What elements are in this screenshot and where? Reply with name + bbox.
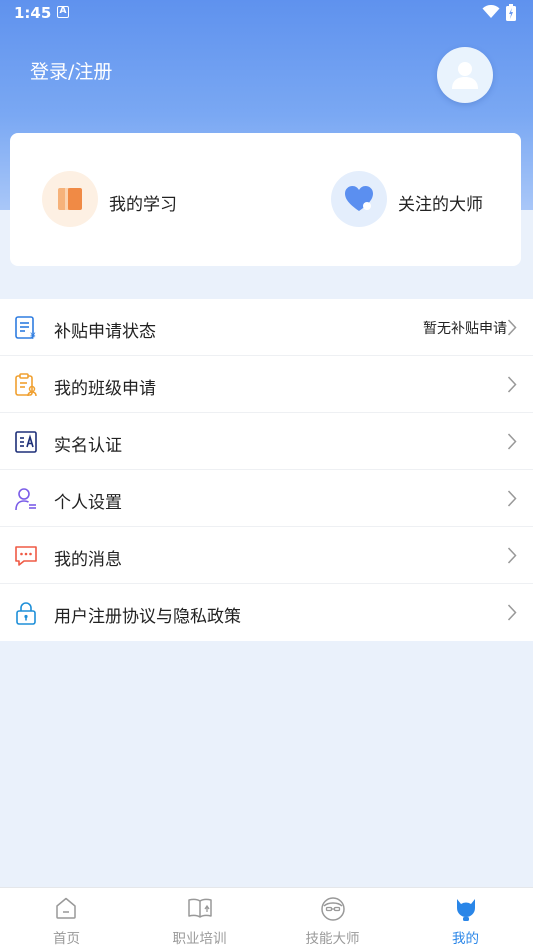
menu-item-agreement-privacy[interactable]: 用户注册协议与隐私政策 [0, 584, 533, 641]
menu-item-real-name-verification[interactable]: 实名认证 [0, 413, 533, 470]
id-card-icon [15, 431, 37, 453]
tab-mine[interactable]: 我的 [399, 888, 532, 948]
my-study-label: 我的学习 [109, 195, 177, 215]
open-book-icon [188, 898, 212, 918]
quick-links-card: 我的学习 关注的大师 [10, 133, 521, 266]
status-time: 1:45 [14, 4, 52, 22]
menu-label-subsidy-status: 补贴申请状态 [54, 322, 156, 342]
menu-item-personal-settings[interactable]: 个人设置 [0, 470, 533, 527]
subsidy-status-value: 暂无补贴申请 [423, 321, 507, 337]
status-bar: 1:45 A [0, 0, 533, 26]
book-icon [58, 188, 82, 210]
mine-icon [457, 899, 475, 921]
menu-label-personal-settings: 个人设置 [54, 493, 122, 513]
chevron-right-icon [507, 547, 517, 564]
chevron-right-icon [507, 490, 517, 507]
svg-text:¥: ¥ [30, 332, 36, 340]
menu-item-subsidy-status[interactable]: ¥ 补贴申请状态 暂无补贴申请 [0, 299, 533, 356]
menu-label-real-name-verification: 实名认证 [54, 436, 122, 456]
profile-page: 1:45 A 登录/注册 我的学习 关注的大师 ¥ 补贴申请状态 暂无补贴申请 … [0, 0, 533, 948]
home-icon [56, 897, 76, 919]
message-icon [15, 546, 37, 566]
chevron-right-icon [507, 433, 517, 450]
battery-icon [506, 4, 516, 25]
wifi-icon [482, 4, 500, 23]
person-settings-icon [15, 488, 36, 511]
followed-masters-label: 关注的大师 [398, 195, 483, 215]
login-register-link[interactable]: 登录/注册 [30, 57, 112, 84]
chevron-right-icon [507, 604, 517, 621]
subsidy-doc-icon: ¥ [15, 316, 36, 340]
settings-menu: ¥ 补贴申请状态 暂无补贴申请 我的班级申请 实名认证 个人设置 我的消息 用户… [0, 299, 533, 641]
tab-skill-masters[interactable]: 技能大师 [266, 888, 399, 948]
menu-item-my-messages[interactable]: 我的消息 [0, 527, 533, 584]
tab-vocational-training[interactable]: 职业培训 [133, 888, 266, 948]
bottom-tab-bar: 首页 职业培训 技能大师 我的 [0, 887, 533, 948]
tab-label-mine: 我的 [452, 931, 479, 947]
lock-icon [16, 602, 36, 625]
tab-label-home: 首页 [53, 931, 80, 947]
menu-label-agreement-privacy: 用户注册协议与隐私政策 [54, 607, 241, 627]
tab-home[interactable]: 首页 [0, 888, 133, 948]
master-face-icon [321, 897, 345, 921]
user-icon [452, 62, 478, 89]
chevron-right-icon [507, 319, 517, 336]
menu-label-my-messages: 我的消息 [54, 550, 122, 570]
avatar[interactable] [437, 47, 493, 103]
tab-label-skill-masters: 技能大师 [305, 931, 360, 947]
clipboard-user-icon [15, 373, 37, 397]
tab-label-vocational-training: 职业培训 [172, 931, 227, 947]
chevron-right-icon [507, 376, 517, 393]
notification-icon: A [57, 6, 69, 18]
heart-icon [345, 186, 373, 211]
menu-label-class-application: 我的班级申请 [54, 379, 156, 399]
menu-item-class-application[interactable]: 我的班级申请 [0, 356, 533, 413]
